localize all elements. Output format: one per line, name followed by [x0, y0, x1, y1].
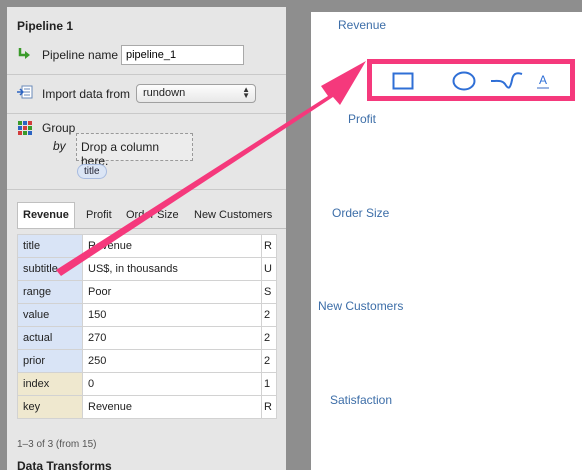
group-icon [17, 120, 33, 136]
table-row: title Revenue R [17, 234, 277, 258]
row-value-cell[interactable]: 270 [82, 326, 262, 350]
row-key-cell: actual [17, 326, 83, 350]
table-row: index 0 1 [17, 372, 277, 396]
group-label: Group [42, 121, 76, 135]
row-next-cell[interactable]: 2 [261, 349, 277, 373]
row-next-cell[interactable]: 2 [261, 303, 277, 327]
import-source-value: rundown [143, 87, 186, 99]
data-transforms-heading: Data Transforms [17, 459, 112, 470]
tab-new-customers[interactable]: New Customers [189, 203, 277, 227]
tab-profit[interactable]: Profit [81, 203, 117, 227]
divider [7, 189, 286, 190]
row-key-cell: key [17, 395, 83, 419]
row-value-cell[interactable]: Poor [82, 280, 262, 304]
table-row: key Revenue R [17, 395, 277, 419]
import-icon [17, 84, 33, 100]
canvas-label-order-size[interactable]: Order Size [332, 206, 389, 220]
pipeline-name-label: Pipeline name [42, 48, 119, 62]
row-next-cell[interactable]: 2 [261, 326, 277, 350]
row-value-cell[interactable]: Revenue [82, 395, 262, 419]
row-key-cell: value [17, 303, 83, 327]
text-tool-underline [537, 86, 549, 89]
ellipse-icon[interactable] [451, 70, 477, 92]
row-value-cell[interactable]: 0 [82, 372, 262, 396]
row-value-cell[interactable]: US$, in thousands [82, 257, 262, 281]
pagination-status: 1–3 of 3 (from 15) [17, 439, 97, 450]
canvas-label-satisfaction[interactable]: Satisfaction [330, 393, 392, 407]
canvas-label-new-customers[interactable]: New Customers [318, 299, 403, 313]
row-key-cell: title [17, 234, 83, 258]
row-value-cell[interactable]: 150 [82, 303, 262, 327]
table-row: range Poor S [17, 280, 277, 304]
row-next-cell[interactable]: U [261, 257, 277, 281]
row-next-cell[interactable]: 1 [261, 372, 277, 396]
canvas-label-profit[interactable]: Profit [348, 112, 376, 126]
text-icon[interactable]: A [532, 68, 554, 94]
freehand-icon[interactable] [490, 69, 524, 93]
pipeline-icon [17, 46, 33, 62]
import-source-select[interactable]: rundown ▲ ▼ [136, 84, 256, 103]
canvas-label-revenue[interactable]: Revenue [338, 18, 386, 32]
tab-underline [17, 228, 286, 229]
row-key-cell: subtitle [17, 257, 83, 281]
row-next-cell[interactable]: R [261, 234, 277, 258]
series-tabs: Revenue Profit Order Size New Customers [17, 202, 286, 229]
group-drop-zone[interactable]: Drop a column here. [76, 133, 193, 168]
data-table: title Revenue Rsubtitle US$, in thousands Ur… [17, 234, 277, 419]
row-next-cell[interactable]: S [261, 280, 277, 304]
group-by-label: by [53, 139, 66, 153]
row-value-cell[interactable]: 250 [82, 349, 262, 373]
import-label: Import data from [42, 87, 131, 101]
table-row: subtitle US$, in thousands U [17, 257, 277, 281]
tab-revenue[interactable]: Revenue [17, 202, 75, 228]
tab-order-size[interactable]: Order Size [121, 203, 184, 227]
row-key-cell: range [17, 280, 83, 304]
pipeline-panel: Pipeline 1 Pipeline name Import data fro… [7, 7, 286, 470]
row-value-cell[interactable]: Revenue [82, 234, 262, 258]
rectangle-icon[interactable] [390, 70, 416, 92]
text-tool-glyph: A [538, 72, 547, 87]
pipeline-name-input[interactable] [121, 45, 244, 65]
group-column-chip[interactable]: title [77, 164, 107, 179]
panel-title: Pipeline 1 [17, 19, 74, 33]
divider [7, 113, 286, 114]
table-row: value 150 2 [17, 303, 277, 327]
divider [7, 74, 286, 75]
row-key-cell: index [17, 372, 83, 396]
annotation-toolbar: A [367, 59, 575, 101]
table-row: actual 270 2 [17, 326, 277, 350]
table-row: prior 250 2 [17, 349, 277, 373]
row-key-cell: prior [17, 349, 83, 373]
row-next-cell[interactable]: R [261, 395, 277, 419]
select-caret-icon: ▲ ▼ [242, 85, 250, 100]
